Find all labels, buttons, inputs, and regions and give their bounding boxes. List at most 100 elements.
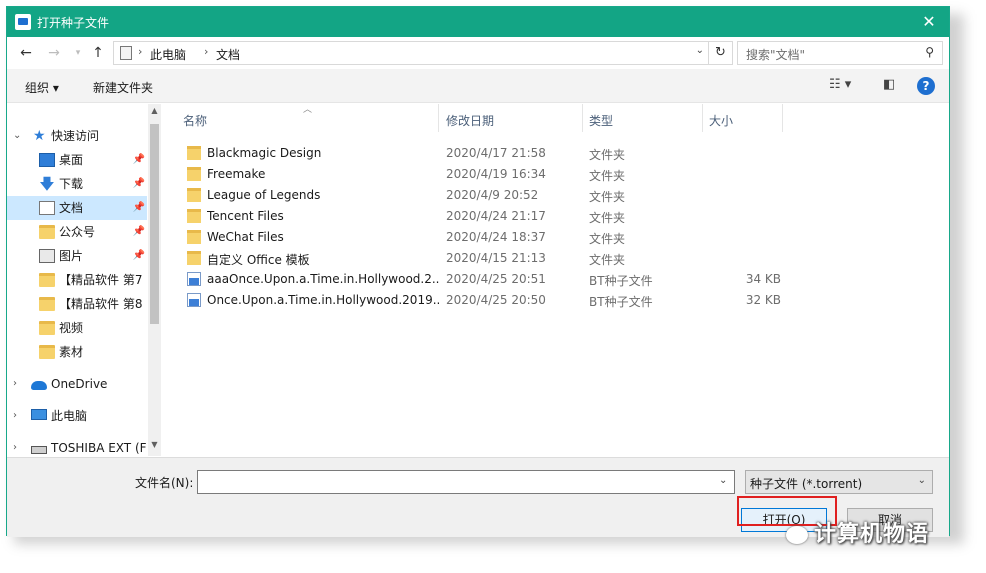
- onedrive-icon: [31, 381, 47, 390]
- collapsed-chevron-icon[interactable]: ›: [13, 404, 17, 428]
- sidebar-item-onedrive[interactable]: › OneDrive: [7, 372, 147, 396]
- back-arrow-icon[interactable]: ←: [17, 43, 35, 63]
- sidebar-item-toshiba-drive[interactable]: › TOSHIBA EXT (F: [7, 436, 147, 456]
- file-row[interactable]: League of Legends 2020/4/9 20:52 文件夹: [163, 185, 943, 206]
- file-row[interactable]: aaaOnce.Upon.a.Time.in.Hollywood.2... 20…: [163, 269, 943, 290]
- file-date: 2020/4/25 20:51: [446, 272, 546, 286]
- computer-icon: [31, 409, 47, 420]
- scroll-down-icon[interactable]: ▼: [148, 440, 161, 454]
- sidebar-item-quick-access[interactable]: ⌄ ★ 快速访问: [7, 124, 147, 148]
- title-bar: 打开种子文件 ✕: [7, 7, 949, 37]
- file-type-select[interactable]: 种子文件 (*.torrent) ⌄: [745, 470, 933, 494]
- star-icon: ★: [33, 128, 46, 144]
- file-row[interactable]: Freemake 2020/4/19 16:34 文件夹: [163, 164, 943, 185]
- file-size: 32 KB: [745, 293, 781, 307]
- sidebar-item-label: 图片: [59, 249, 84, 263]
- sidebar-item-pictures[interactable]: 图片 📌: [7, 244, 147, 268]
- collapsed-chevron-icon[interactable]: ›: [13, 436, 17, 456]
- column-header-label: 名称: [183, 114, 208, 128]
- pin-icon: 📌: [132, 226, 145, 237]
- file-row[interactable]: Blackmagic Design 2020/4/17 21:58 文件夹: [163, 143, 943, 164]
- file-row[interactable]: WeChat Files 2020/4/24 18:37 文件夹: [163, 227, 943, 248]
- breadcrumb-this-pc[interactable]: 此电脑: [150, 46, 186, 63]
- pin-icon: 📌: [132, 250, 145, 261]
- filename-dropdown-icon[interactable]: ⌄: [719, 475, 727, 486]
- column-header-size[interactable]: 大小: [703, 104, 783, 132]
- file-type: 文件夹: [589, 169, 626, 183]
- sidebar-item-software-8[interactable]: 【精品软件 第8: [7, 292, 147, 316]
- file-name: Freemake: [207, 167, 266, 181]
- scroll-up-icon[interactable]: ▲: [148, 106, 161, 120]
- file-type: 文件夹: [589, 232, 626, 246]
- file-row[interactable]: 自定义 Office 模板 2020/4/15 21:13 文件夹: [163, 248, 943, 269]
- filename-label: 文件名(N):: [135, 476, 194, 490]
- breadcrumb-documents[interactable]: 文档: [216, 46, 240, 63]
- breadcrumb-separator-icon[interactable]: ›: [204, 45, 208, 58]
- filename-input[interactable]: [197, 470, 735, 494]
- address-bar[interactable]: › 此电脑 › 文档 ⌄ ↻: [113, 41, 733, 65]
- refresh-icon[interactable]: ↻: [708, 42, 732, 64]
- breadcrumb-separator-icon[interactable]: ›: [138, 45, 142, 58]
- file-date: 2020/4/24 21:17: [446, 209, 546, 223]
- collapsed-chevron-icon[interactable]: ›: [13, 372, 17, 396]
- new-folder-button[interactable]: 新建文件夹: [93, 79, 153, 96]
- file-size: 34 KB: [745, 272, 781, 286]
- sort-ascending-icon: ︿: [303, 105, 313, 115]
- file-row[interactable]: Once.Upon.a.Time.in.Hollywood.2019... 20…: [163, 290, 943, 311]
- column-header-type[interactable]: 类型: [583, 104, 703, 132]
- folder-icon: [39, 345, 55, 359]
- torrent-file-icon: [187, 293, 201, 307]
- close-button[interactable]: ✕: [909, 7, 949, 37]
- sidebar-item-label: 桌面: [59, 153, 84, 167]
- preview-pane-icon[interactable]: ◧: [883, 77, 895, 92]
- scroll-thumb[interactable]: [150, 124, 159, 324]
- file-name: League of Legends: [207, 188, 321, 202]
- file-row[interactable]: Tencent Files 2020/4/24 21:17 文件夹: [163, 206, 943, 227]
- file-date: 2020/4/24 18:37: [446, 230, 546, 244]
- sidebar-item-label: 【精品软件 第8: [59, 297, 143, 311]
- search-placeholder: 搜索"文档": [746, 48, 806, 62]
- pictures-icon: [39, 249, 55, 263]
- sidebar-item-documents[interactable]: 文档 📌: [7, 196, 147, 220]
- file-date: 2020/4/19 16:34: [446, 167, 546, 181]
- sidebar-scrollbar[interactable]: ▲ ▼: [148, 104, 161, 456]
- sidebar-item-materials[interactable]: 素材: [7, 340, 147, 364]
- column-header-name[interactable]: 名称 ︿: [163, 104, 439, 132]
- sidebar-item-label: 此电脑: [51, 409, 88, 423]
- sidebar-item-public-account[interactable]: 公众号 📌: [7, 220, 147, 244]
- view-options-icon[interactable]: ☷ ▾: [829, 77, 851, 92]
- sidebar-item-desktop[interactable]: 桌面 📌: [7, 148, 147, 172]
- up-arrow-icon[interactable]: ↑: [89, 43, 107, 63]
- folder-icon: [187, 230, 201, 244]
- drive-icon: [31, 446, 47, 454]
- help-icon[interactable]: ?: [917, 77, 935, 95]
- file-type: 文件夹: [589, 211, 626, 225]
- sidebar-item-videos[interactable]: 视频: [7, 316, 147, 340]
- forward-arrow-icon[interactable]: →: [45, 43, 63, 63]
- file-type: 文件夹: [589, 148, 626, 162]
- sidebar-item-this-pc[interactable]: › 此电脑: [7, 404, 147, 428]
- wechat-icon: [786, 526, 808, 544]
- expanded-chevron-icon[interactable]: ⌄: [13, 124, 21, 148]
- window-title: 打开种子文件: [37, 16, 110, 30]
- file-type: 文件夹: [589, 253, 626, 267]
- sidebar-item-label: 快速访问: [51, 129, 100, 143]
- file-list: 名称 ︿ 修改日期 类型 大小 Blackmagic Design 2020/4…: [163, 104, 949, 456]
- file-name: aaaOnce.Upon.a.Time.in.Hollywood.2...: [207, 272, 439, 286]
- column-header-label: 类型: [589, 114, 614, 128]
- recent-chevron-icon[interactable]: ▾: [69, 43, 87, 63]
- sidebar-item-software-7[interactable]: 【精品软件 第7: [7, 268, 147, 292]
- folder-icon: [187, 146, 201, 160]
- address-dropdown-icon[interactable]: ⌄: [696, 45, 704, 56]
- file-date: 2020/4/9 20:52: [446, 188, 539, 202]
- file-date: 2020/4/17 21:58: [446, 146, 546, 160]
- chevron-down-icon: ⌄: [917, 475, 926, 486]
- column-header-label: 修改日期: [446, 114, 495, 128]
- folder-icon: [39, 297, 55, 311]
- toolbar: 组织 ▾ 新建文件夹 ☷ ▾ ◧ ?: [7, 69, 949, 103]
- column-header-date[interactable]: 修改日期: [439, 104, 583, 132]
- sidebar-item-downloads[interactable]: 🡇 下载 📌: [7, 172, 147, 196]
- pin-icon: 📌: [132, 202, 145, 213]
- organize-button[interactable]: 组织 ▾: [25, 79, 59, 96]
- search-input[interactable]: 搜索"文档" ⚲: [737, 41, 943, 65]
